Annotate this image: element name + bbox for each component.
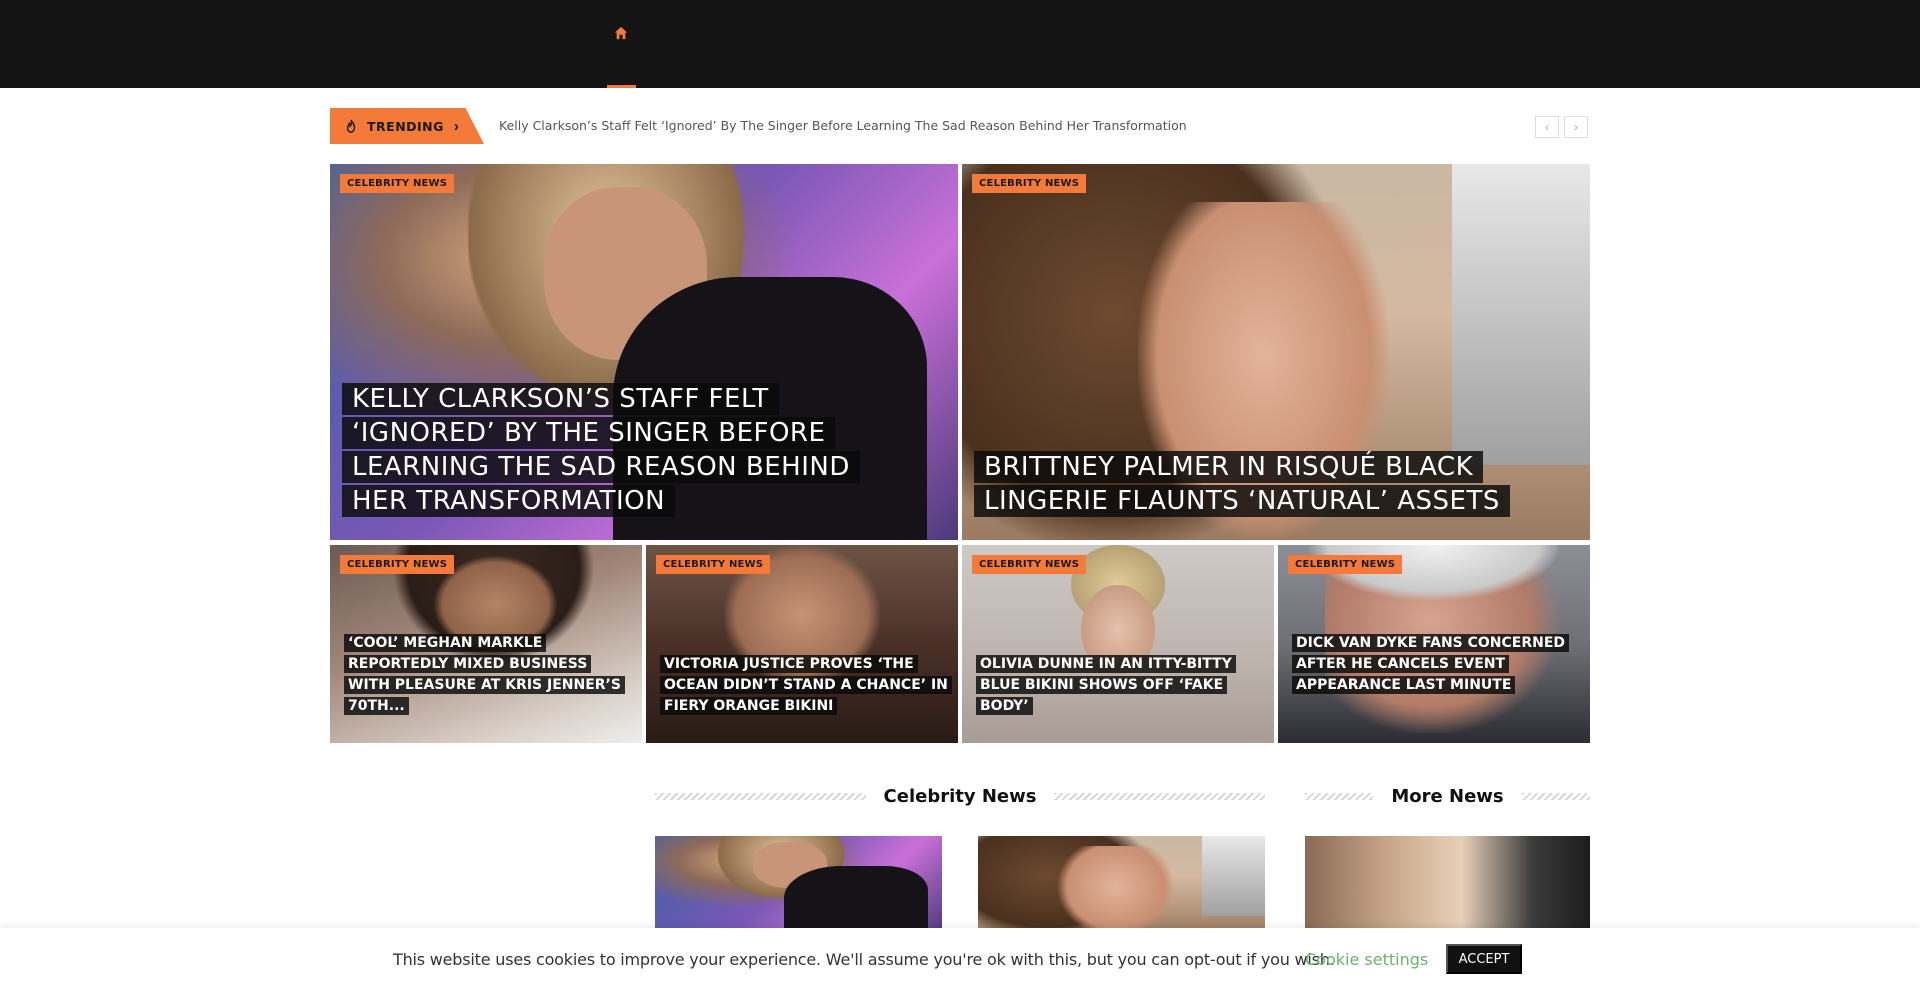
trending-headline-link[interactable]: Kelly Clarkson’s Staff Felt ‘Ignored’ By… (499, 118, 1187, 133)
article-title[interactable]: KELLY CLARKSON’S STAFF FELT ‘IGNORED’ BY… (342, 382, 902, 518)
top-nav-bar (0, 0, 1920, 88)
cookie-settings-link[interactable]: Cookie settings (1305, 950, 1428, 969)
article-title-text[interactable]: ‘COOL’ MEGHAN MARKLE REPORTEDLY MIXED BU… (344, 634, 625, 715)
trending-next-button[interactable]: › (1564, 116, 1588, 138)
article-title[interactable]: ‘COOL’ MEGHAN MARKLE REPORTEDLY MIXED BU… (344, 633, 625, 717)
grid-card-olivia-dunne[interactable]: CELEBRITY NEWS OLIVIA DUNNE IN AN ITTY-B… (962, 545, 1274, 743)
grid-card-dick-van-dyke[interactable]: CELEBRITY NEWS DICK VAN DYKE FANS CONCER… (1278, 545, 1590, 743)
home-icon (614, 26, 628, 88)
category-badge[interactable]: CELEBRITY NEWS (972, 555, 1087, 574)
category-badge[interactable]: CELEBRITY NEWS (972, 174, 1087, 193)
article-title[interactable]: DICK VAN DYKE FANS CONCERNED AFTER HE CA… (1292, 633, 1582, 696)
active-nav-indicator (607, 85, 636, 88)
celebrity-news-thumb-2[interactable] (978, 836, 1265, 936)
article-title-text[interactable]: KELLY CLARKSON’S STAFF FELT ‘IGNORED’ BY… (342, 383, 860, 517)
category-badge[interactable]: CELEBRITY NEWS (340, 555, 455, 574)
article-title-text[interactable]: BRITTNEY PALMER IN RISQUÉ BLACK LINGERIE… (974, 451, 1510, 517)
fire-icon (346, 119, 356, 133)
article-title-text[interactable]: VICTORIA JUSTICE PROVES ‘THE OCEAN DIDN’… (660, 655, 952, 715)
grid-card-meghan-markle[interactable]: CELEBRITY NEWS ‘COOL’ MEGHAN MARKLE REPO… (330, 545, 642, 743)
heading-stripe (1305, 792, 1374, 800)
article-title[interactable]: OLIVIA DUNNE IN AN ITTY-BITTY BLUE BIKIN… (976, 654, 1266, 717)
category-badge[interactable]: CELEBRITY NEWS (340, 174, 455, 193)
section-title[interactable]: More News (1373, 786, 1521, 807)
cookie-consent-bar: This website uses cookies to improve you… (0, 928, 1920, 993)
cookie-message: This website uses cookies to improve you… (393, 950, 1335, 969)
nav-home-link[interactable] (607, 26, 635, 88)
chevron-right-icon: › (453, 117, 459, 135)
category-badge[interactable]: CELEBRITY NEWS (1288, 555, 1403, 574)
trending-ticker: TRENDING › Kelly Clarkson’s Staff Felt ‘… (330, 108, 1590, 144)
trending-prev-button[interactable]: ‹ (1535, 116, 1559, 138)
category-badge[interactable]: CELEBRITY NEWS (656, 555, 771, 574)
section-heading-more-news: More News (1305, 784, 1590, 808)
article-title[interactable]: BRITTNEY PALMER IN RISQUÉ BLACK LINGERIE… (974, 450, 1574, 518)
article-title-text[interactable]: OLIVIA DUNNE IN AN ITTY-BITTY BLUE BIKIN… (976, 655, 1236, 715)
trending-badge: TRENDING › (330, 108, 484, 144)
grid-card-victoria-justice[interactable]: CELEBRITY NEWS VICTORIA JUSTICE PROVES ‘… (646, 545, 958, 743)
featured-card-brittney-palmer[interactable]: CELEBRITY NEWS BRITTNEY PALMER IN RISQUÉ… (962, 164, 1590, 540)
section-title[interactable]: Celebrity News (866, 786, 1055, 807)
article-title[interactable]: VICTORIA JUSTICE PROVES ‘THE OCEAN DIDN’… (660, 654, 952, 717)
trending-label: TRENDING (367, 118, 444, 134)
section-heading-celebrity-news: Celebrity News (655, 784, 1266, 808)
heading-stripe (1521, 792, 1590, 800)
more-news-thumb-1[interactable] (1305, 836, 1590, 936)
heading-stripe (655, 792, 866, 800)
article-title-text[interactable]: DICK VAN DYKE FANS CONCERNED AFTER HE CA… (1292, 634, 1570, 694)
heading-stripe (1054, 792, 1266, 800)
accept-cookies-button[interactable]: ACCEPT (1446, 944, 1522, 974)
featured-card-kelly-clarkson[interactable]: CELEBRITY NEWS KELLY CLARKSON’S STAFF FE… (330, 164, 958, 540)
celebrity-news-thumb-1[interactable] (655, 836, 942, 936)
